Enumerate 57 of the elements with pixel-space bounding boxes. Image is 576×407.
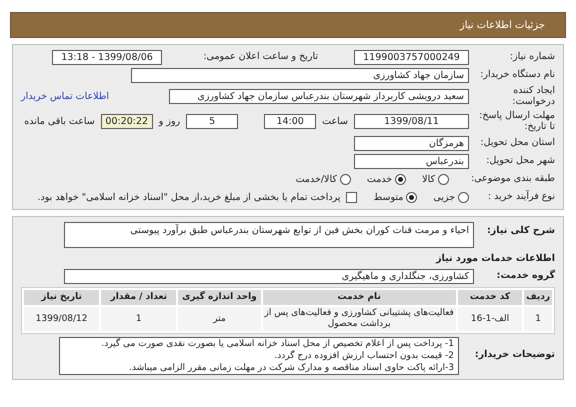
remaining-time-field: 00:20:22 <box>100 114 153 130</box>
radio-button[interactable] <box>458 192 469 203</box>
column-header: کد خدمت <box>458 290 522 305</box>
treasury-checkbox[interactable] <box>346 192 358 203</box>
radio-label: کالا <box>422 174 435 185</box>
field-label: تاریخ و ساعت اعلان عمومی: <box>202 52 318 63</box>
field-label: ساعت <box>322 116 348 128</box>
table-cell: 1 <box>101 306 176 331</box>
radio-label: متوسط <box>373 192 404 203</box>
province-field: هرمزگان <box>354 136 469 151</box>
note-line: 1- پرداخت پس از اعلام تخصیص از محل اسناد خزانه اسلامی یا بصورت نقدی صورت می گیرد. <box>100 338 454 350</box>
section-title: اطلاعات خدمات مورد نیاز <box>436 252 555 264</box>
note-line: 3-ارائه پاکت حاوی اسناد مناقصه و مدارک شرکت در مهلت زمانی مقرر الزامی میباشد. <box>128 362 454 374</box>
column-header: نام خدمت <box>262 290 456 305</box>
buyer-contact-link[interactable]: اطلاعات تماس خریدار <box>21 91 110 102</box>
buyer-org-field: سازمان جهاد کشاورزی <box>131 68 469 83</box>
radio-label: خدمت <box>366 174 392 185</box>
field-label: شرح کلی نیاز: <box>486 226 555 237</box>
announce-date-field: 1399/08/06 - 13:18 <box>52 50 162 65</box>
need-number-field: 1199003757000249 <box>354 50 469 65</box>
checkbox-label: پرداخت تمام یا بخشی از مبلغ خرید،از محل "اسناد خزانه اسلامی" خواهد بود. <box>38 192 340 203</box>
field-label: روز و <box>158 116 180 128</box>
field-label: طبقه بندی موضوعی: <box>470 174 555 185</box>
description-field: احیاء و مرمت قنات کوران بخش فین از توابع شهرستان بندرعباس طبق برآورد پیوستی <box>64 222 474 248</box>
radio-label: جزیی <box>433 192 455 203</box>
column-header: تاریخ نیاز <box>24 290 100 305</box>
deadline-time-field: 14:00 <box>264 114 316 130</box>
radio-button[interactable] <box>395 174 406 185</box>
column-header: تعداد / مقدار <box>101 290 176 305</box>
field-label: نوع فرآیند خرید : <box>486 192 555 203</box>
days-field: 5 <box>186 114 238 130</box>
radio-button[interactable] <box>406 192 418 203</box>
field-label: توضیحات خریدار: <box>474 350 555 362</box>
radio-button[interactable] <box>340 174 351 185</box>
column-header: ردیف <box>524 290 552 305</box>
table-cell: متر <box>178 306 261 331</box>
deadline-date-field: 1399/08/11 <box>354 114 469 130</box>
radio-label: کالا/خدمت <box>296 174 337 185</box>
field-label: استان محل تحویل: <box>479 138 555 149</box>
field-label: ایجاد کننده درخواست: <box>511 86 555 108</box>
requester-field: سعید درویشی کاربرداز شهرستان بندرعباس سازمان جهاد کشاورزی <box>169 89 469 104</box>
note-line: 2- قیمت بدون احتساب ارزش افزوده درج گردد. <box>273 350 454 362</box>
field-label: ساعت باقی مانده <box>24 116 95 128</box>
table-cell: الف-1-16 <box>458 306 522 331</box>
service-group-field: کشاورزی، جنگلداری و ماهیگیری <box>64 268 474 284</box>
table-cell: 1 <box>524 306 552 331</box>
city-field: بندرعباس <box>354 154 469 169</box>
field-label: شماره نیاز: <box>508 52 555 63</box>
header-title: جزئیات اطلاعات نیاز <box>460 20 545 30</box>
field-label: شهر محل تحویل: <box>485 156 555 167</box>
table-cell: 1399/08/12 <box>24 306 100 331</box>
field-label: مهلت ارسال پاسخ: تا تاریخ: <box>478 110 555 133</box>
table-cell: فعالیت‌های پشتیبانی کشاورزی و فعالیت‌های پس از برداشت محصول <box>262 306 456 331</box>
column-header: واحد اندازه گیری <box>178 290 261 305</box>
radio-button[interactable] <box>438 174 449 185</box>
field-label: نام دستگاه خریدار: <box>479 70 555 81</box>
field-label: گروه خدمت: <box>496 270 555 282</box>
